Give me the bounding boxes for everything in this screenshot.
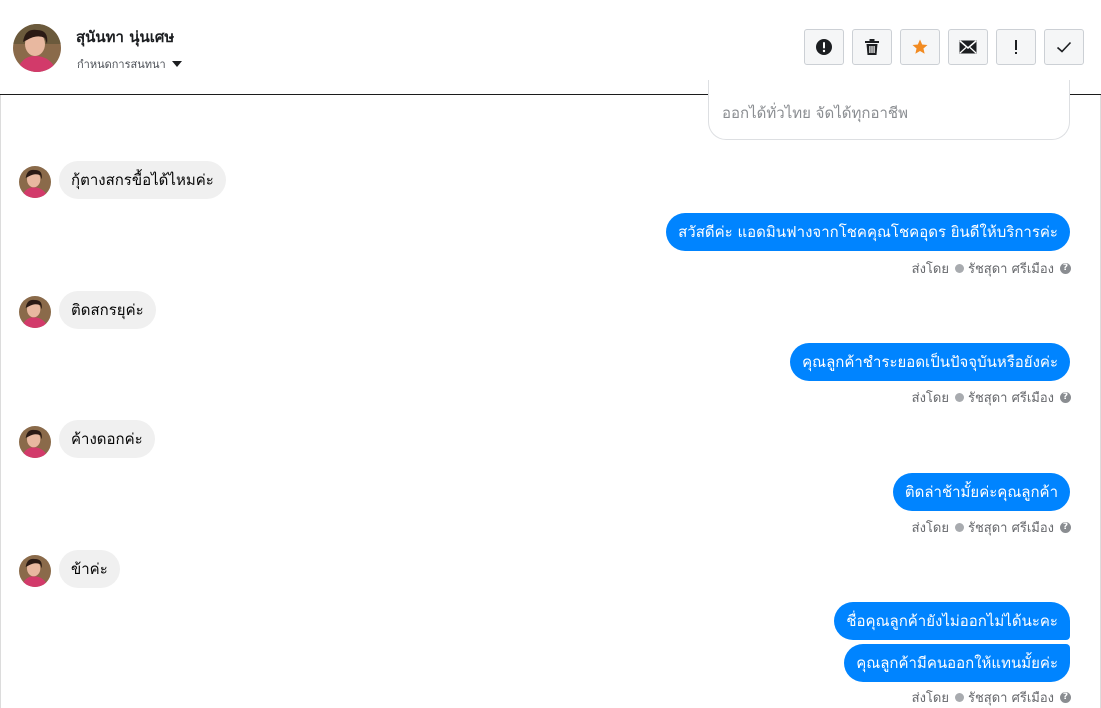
delete-button[interactable] bbox=[852, 29, 892, 65]
outgoing-message: คุณลูกค้าชำระยอดเป็นปัจจุบันหรือยังค่ะ bbox=[790, 343, 1070, 381]
incoming-message: ค้างดอกค่ะ bbox=[59, 420, 155, 458]
exclamation-icon bbox=[1015, 40, 1017, 54]
previous-message-text: ออกได้ทั่วไทย จัดได้ทุกอาชีพ bbox=[722, 104, 908, 122]
sent-by-agent: รัชสุดา ศรีเมือง bbox=[967, 391, 1054, 406]
outgoing-message: สวัสดีค่ะ แอดมินฟางจากโชคคุณโชคอุดร ยินด… bbox=[666, 213, 1070, 251]
agent-status-icon bbox=[954, 393, 964, 402]
follow-up-button[interactable] bbox=[996, 29, 1036, 65]
sent-by-agent: รัชสุดา ศรีเมือง bbox=[967, 521, 1054, 536]
incoming-message: กุ้ตางสกรขื้อได้ไหมค่ะ bbox=[59, 161, 226, 199]
sent-by-agent: รัชสุดา ศรีเมือง bbox=[967, 691, 1054, 706]
sent-by-prefix: ส่งโดย bbox=[911, 521, 949, 536]
incoming-message: ติดสกรยุค่ะ bbox=[59, 291, 156, 329]
agent-status-icon bbox=[954, 523, 964, 532]
sent-by-label: ส่งโดย รัชสุดา ศรีเมือง ? bbox=[912, 517, 1071, 538]
help-icon[interactable]: ? bbox=[1060, 263, 1071, 274]
sent-by-prefix: ส่งโดย bbox=[911, 691, 949, 706]
sent-by-label: ส่งโดย รัชสุดา ศรีเมือง ? bbox=[912, 258, 1071, 279]
mark-done-button[interactable] bbox=[1044, 29, 1084, 65]
contact-name: สุนันทา นุ่นเศษ bbox=[76, 28, 175, 46]
sent-by-label: ส่งโดย รัชสุดา ศรีเมือง ? bbox=[912, 687, 1071, 708]
help-icon[interactable]: ? bbox=[1060, 392, 1071, 403]
sent-by-prefix: ส่งโดย bbox=[911, 391, 949, 406]
agent-status-icon bbox=[954, 693, 964, 702]
contact-avatar-small[interactable] bbox=[19, 166, 51, 198]
agent-status-icon bbox=[954, 264, 964, 273]
contact-avatar-small[interactable] bbox=[19, 426, 51, 458]
assign-conversation-dropdown[interactable]: กำหนดการสนทนา bbox=[77, 55, 182, 73]
contact-avatar-small[interactable] bbox=[19, 296, 51, 328]
check-icon bbox=[1056, 41, 1072, 53]
help-icon[interactable]: ? bbox=[1060, 692, 1071, 703]
alert-circle-icon bbox=[816, 39, 832, 55]
envelope-icon bbox=[959, 40, 977, 54]
sent-by-label: ส่งโดย รัชสุดา ศรีเมือง ? bbox=[912, 387, 1071, 408]
sent-by-prefix: ส่งโดย bbox=[911, 262, 949, 277]
help-icon[interactable]: ? bbox=[1060, 522, 1071, 533]
outgoing-message: คุณลูกค้ามีคนออกให้แทนมั้ยค่ะ bbox=[844, 644, 1070, 682]
trash-icon bbox=[865, 39, 879, 55]
incoming-message: ข้าค่ะ bbox=[59, 550, 120, 588]
outgoing-message: ติดล่าช้ามั้ยค่ะคุณลูกค้า bbox=[892, 473, 1070, 511]
assign-label: กำหนดการสนทนา bbox=[77, 58, 166, 71]
contact-avatar[interactable] bbox=[13, 24, 61, 72]
caret-down-icon bbox=[171, 61, 182, 67]
mark-unread-button[interactable] bbox=[948, 29, 988, 65]
contact-avatar-small[interactable] bbox=[19, 555, 51, 587]
report-spam-button[interactable] bbox=[804, 29, 844, 65]
outgoing-message: ชื่อคุณลูกค้ายังไม่ออกไม่ได้นะคะ bbox=[834, 602, 1070, 640]
star-icon bbox=[912, 39, 928, 54]
star-button[interactable] bbox=[900, 29, 940, 65]
sent-by-agent: รัชสุดา ศรีเมือง bbox=[967, 262, 1054, 277]
previous-message-card: ออกได้ทั่วไทย จัดได้ทุกอาชีพ bbox=[708, 80, 1070, 140]
